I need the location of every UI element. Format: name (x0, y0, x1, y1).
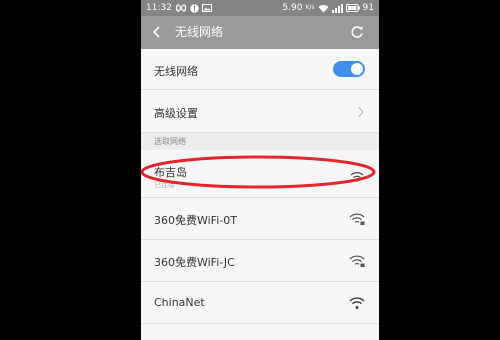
status-right: 5.90 K/s 91 (282, 0, 374, 16)
network-item[interactable]: ChinaNet (141, 282, 379, 324)
wifi-locked-icon (349, 213, 365, 225)
network-item-partial[interactable] (141, 324, 379, 340)
status-left: 11:32 (146, 0, 212, 16)
battery-icon (345, 4, 360, 12)
network-ssid: ChinaNet (154, 296, 205, 309)
refresh-icon (351, 26, 363, 38)
network-item[interactable]: 360免费WiFi-0T (141, 198, 379, 240)
wifi-toggle-row[interactable]: 无线网络 (141, 49, 379, 90)
network-ssid: 360免费WiFi-0T (154, 214, 237, 227)
alert-icon (190, 3, 199, 13)
status-speed-unit: K/s (305, 4, 315, 11)
infinity-icon (175, 4, 187, 12)
wifi-toggle-switch[interactable] (333, 61, 365, 77)
chevron-right-icon (358, 107, 364, 117)
status-speed: 5.90 (282, 3, 303, 13)
toggle-knob (351, 63, 363, 75)
wifi-status-icon (318, 4, 329, 13)
refresh-button[interactable] (349, 24, 365, 40)
title-bar: 无线网络 (141, 16, 379, 49)
wifi-signal-icon (349, 297, 365, 309)
page-title: 无线网络 (175, 25, 224, 39)
advanced-settings-label: 高级设置 (154, 107, 198, 120)
wifi-locked-icon (349, 255, 365, 267)
network-item[interactable]: 360免费WiFi-JC (141, 240, 379, 282)
status-bar: 11:32 5.90 K/s 91 (141, 0, 379, 16)
wifi-toggle-label: 无线网络 (154, 65, 198, 78)
image-icon (201, 4, 212, 12)
signal-icon (331, 3, 343, 13)
network-status: 已连接 (154, 181, 175, 189)
status-time: 11:32 (146, 3, 172, 13)
network-ssid: 布吉岛 (154, 166, 187, 179)
back-arrow-icon (152, 26, 160, 38)
advanced-settings-row[interactable]: 高级设置 (141, 90, 379, 133)
section-header: 选取网络 (141, 133, 379, 150)
battery-level: 91 (362, 3, 374, 13)
network-item[interactable]: 布吉岛 已连接 (141, 150, 379, 198)
wifi-signal-icon (350, 172, 364, 182)
back-button[interactable] (149, 24, 165, 40)
choose-network-label: 选取网络 (154, 137, 186, 146)
phone-screen: 11:32 5.90 K/s 91 无线网络 无线网络 高级设置 选取网络 布吉… (141, 0, 379, 340)
network-ssid: 360免费WiFi-JC (154, 256, 235, 269)
